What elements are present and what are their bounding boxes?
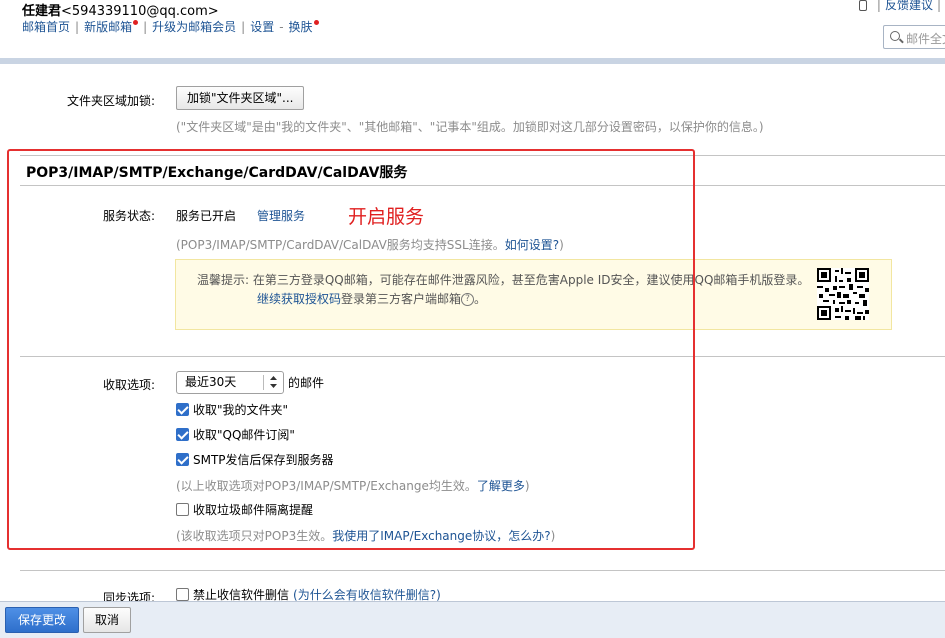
user-name: 任建君 (22, 4, 62, 19)
mail-search-input[interactable]: 邮件全文 (883, 25, 945, 49)
option-qq-subscription[interactable]: 收取"QQ邮件订阅" (176, 426, 295, 443)
section-divider (20, 356, 945, 357)
checkbox-checked[interactable] (176, 428, 189, 441)
action-bar: 保存更改 取消 (0, 601, 945, 638)
qr-code-icon (817, 268, 869, 320)
select-arrows-icon (270, 376, 277, 388)
top-nav: 邮箱首页 | 新版邮箱 | 升级为邮箱会员 | 设置 - 换肤 (22, 18, 319, 35)
manage-service-link[interactable]: 管理服务 (257, 207, 305, 224)
new-dot-icon (313, 20, 319, 25)
section-divider (20, 570, 945, 571)
nav-settings[interactable]: 设置 (250, 20, 274, 34)
service-section-title: POP3/IMAP/SMTP/Exchange/CardDAV/CalDAV服务 (26, 165, 408, 181)
cancel-button[interactable]: 取消 (83, 607, 131, 633)
nav-new-version[interactable]: 新版邮箱 (84, 20, 132, 34)
receive-range-suffix: 的邮件 (288, 376, 325, 390)
how-to-setup-link[interactable]: 如何设置? (505, 238, 559, 252)
help-icon[interactable]: ? (461, 293, 475, 306)
open-service-annotation: 开启服务 (348, 206, 425, 228)
option-no-delete[interactable]: 禁止收信软件删信 (为什么会有收信软件删信?) (176, 586, 441, 601)
settings-panel: 文件夹区域加锁: 加锁"文件夹区域"... ("文件夹区域"是由"我的文件夹"、… (0, 58, 945, 601)
receive-range-select[interactable]: 最近30天 (176, 371, 284, 394)
checkbox-unchecked[interactable] (176, 503, 189, 516)
folder-lock-hint: ("文件夹区域"是由"我的文件夹"、"其他邮箱"、"记事本"组成。加锁即对这几部… (176, 120, 764, 134)
section-divider (20, 155, 945, 156)
nav-mail-home[interactable]: 邮箱首页 (22, 20, 70, 34)
user-email: <594339110@qq.com> (61, 4, 219, 19)
receive-range-value: 最近30天 (185, 375, 237, 389)
warning-second-line: 继续获取授权码登录第三方客户端邮箱?。 (257, 292, 487, 306)
top-right-links: | 反馈建议 | (858, 0, 945, 13)
section-divider (20, 185, 945, 186)
feedback-link[interactable]: 反馈建议 (885, 0, 933, 12)
receive-hint: (以上收取选项对POP3/IMAP/SMTP/Exchange均生效。了解更多) (176, 479, 530, 493)
checkbox-checked[interactable] (176, 453, 189, 466)
phone-icon[interactable] (858, 0, 867, 11)
folder-lock-label: 文件夹区域加锁: (66, 94, 155, 108)
imap-exchange-help-link[interactable]: 我使用了IMAP/Exchange协议，怎么办? (332, 529, 550, 543)
search-icon (890, 31, 900, 41)
mail-header: 任建君<594339110@qq.com> 邮箱首页 | 新版邮箱 | 升级为邮箱会员 |… (0, 0, 945, 58)
warning-text: 温馨提示: 在第三方登录QQ邮箱，可能存在邮件泄露风险，甚至危害Apple ID… (197, 273, 810, 287)
ssl-hint: (POP3/IMAP/SMTP/CardDAV/CalDAV服务均支持SSL连接… (176, 238, 564, 252)
nav-skin[interactable]: 换肤 (289, 20, 313, 34)
security-warning-box: 温馨提示: 在第三方登录QQ邮箱，可能存在邮件泄露风险，甚至危害Apple ID… (175, 259, 892, 330)
checkbox-unchecked[interactable] (176, 588, 189, 601)
nav-upgrade-vip[interactable]: 升级为邮箱会员 (152, 20, 236, 34)
option-my-folders[interactable]: 收取"我的文件夹" (176, 401, 288, 418)
checkbox-checked[interactable] (176, 403, 189, 416)
settings-content: 文件夹区域加锁: 加锁"文件夹区域"... ("文件夹区域"是由"我的文件夹"、… (20, 64, 945, 601)
lock-folder-button[interactable]: 加锁"文件夹区域"... (176, 86, 305, 110)
service-status-value: 服务已开启 (176, 209, 237, 223)
why-delete-link[interactable]: (为什么会有收信软件删信?) (293, 586, 441, 601)
option-smtp-save[interactable]: SMTP发信后保存到服务器 (176, 451, 334, 468)
receive-options-label: 收取选项: (102, 378, 155, 392)
learn-more-link[interactable]: 了解更多 (477, 479, 525, 493)
get-auth-code-link[interactable]: 继续获取授权码 (257, 292, 341, 306)
sync-options-label: 同步选项: (102, 591, 155, 601)
pop3-hint: (该收取选项只对POP3生效。我使用了IMAP/Exchange协议，怎么办?) (176, 529, 556, 543)
search-placeholder: 邮件全文 (906, 32, 945, 46)
new-dot-icon (133, 20, 139, 25)
option-spam-reminder[interactable]: 收取垃圾邮件隔离提醒 (176, 501, 313, 518)
account-line: 任建君<594339110@qq.com> (22, 0, 219, 19)
service-status-label: 服务状态: (102, 209, 155, 223)
save-button[interactable]: 保存更改 (5, 607, 79, 633)
